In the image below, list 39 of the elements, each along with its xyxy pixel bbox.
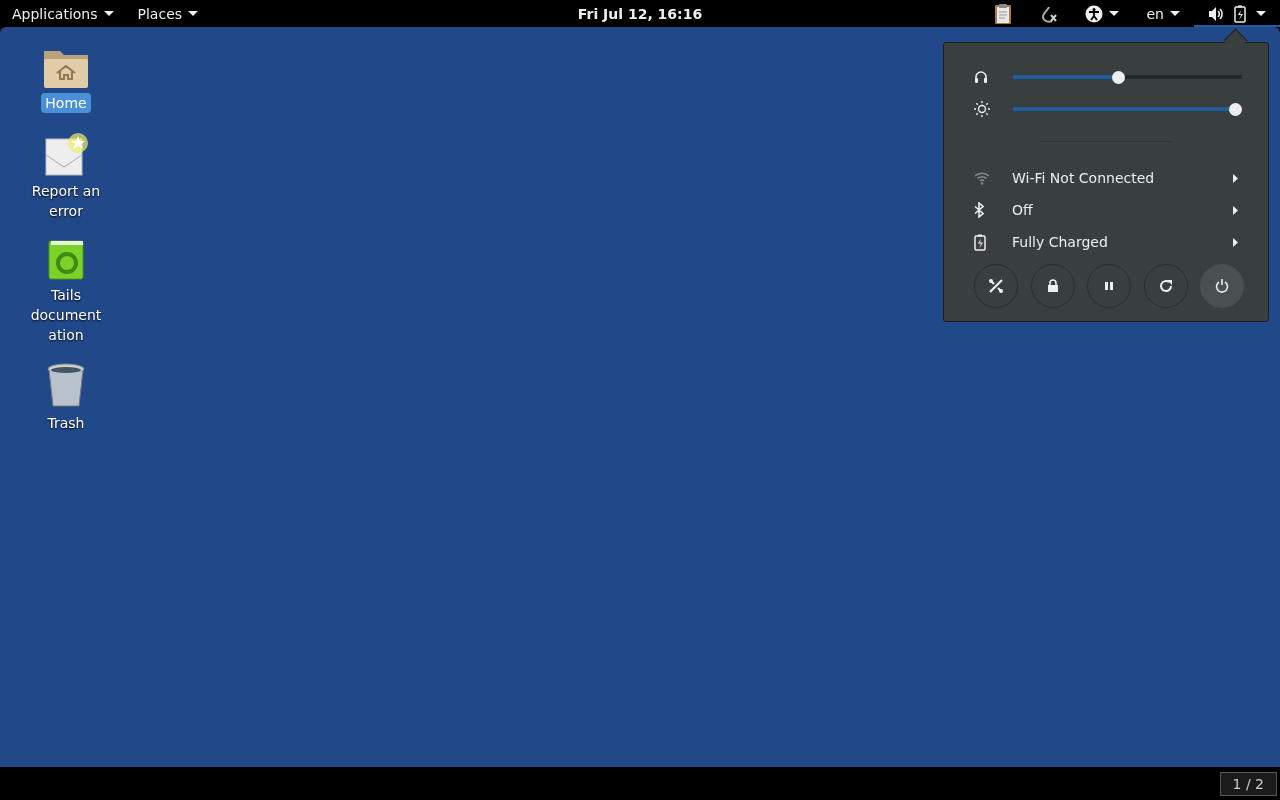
desktop-icon-label[interactable]: Report an error [24,181,108,221]
bluetooth-icon [974,202,984,218]
submenu-arrow-icon [1233,237,1238,247]
tray-language-button[interactable]: en [1132,0,1194,27]
clipboard-icon [992,2,1013,25]
headphones-icon [974,70,988,84]
book-icon [47,239,85,281]
slider-handle[interactable] [1111,70,1125,84]
power-button[interactable] [1200,264,1244,308]
power-icon [1215,279,1229,293]
brightness-icon [974,101,990,117]
menu-item[interactable]: Fully Charged [974,226,1238,258]
pause-icon [1105,282,1113,290]
onion-crossed-icon [1040,4,1057,23]
speaker-icon [1208,5,1224,22]
menu-button[interactable]: Applications [0,0,126,27]
restart-icon [1158,279,1173,293]
menu-button[interactable]: Places [125,0,211,27]
menu-item[interactable]: Wi-Fi Not Connected [974,162,1238,194]
lock-icon [1046,279,1059,293]
desktop-icon-label[interactable]: Tails documentation [24,285,108,345]
slider-handle[interactable] [1229,102,1242,116]
caret-icon [1108,11,1119,16]
menu-item[interactable]: Off [974,194,1238,226]
submenu-arrow-icon [1233,173,1238,183]
wifi-icon [974,171,990,185]
battery-icon [1234,4,1246,23]
caret-icon [188,11,199,16]
clock[interactable]: Fri Jul 12, 16:16 [577,5,703,22]
caret-icon [103,11,114,16]
accessibility-icon [1084,4,1103,23]
battery-icon [974,233,986,251]
caret-icon [1170,11,1180,16]
desktop-icon-label[interactable]: Trash [43,413,89,433]
caret-icon [1256,11,1266,16]
workspace-indicator[interactable]: 1 / 2 [1219,771,1277,796]
trash-can-icon [46,363,86,409]
submenu-arrow-icon [1233,205,1238,215]
envelope-star-icon [42,131,90,177]
